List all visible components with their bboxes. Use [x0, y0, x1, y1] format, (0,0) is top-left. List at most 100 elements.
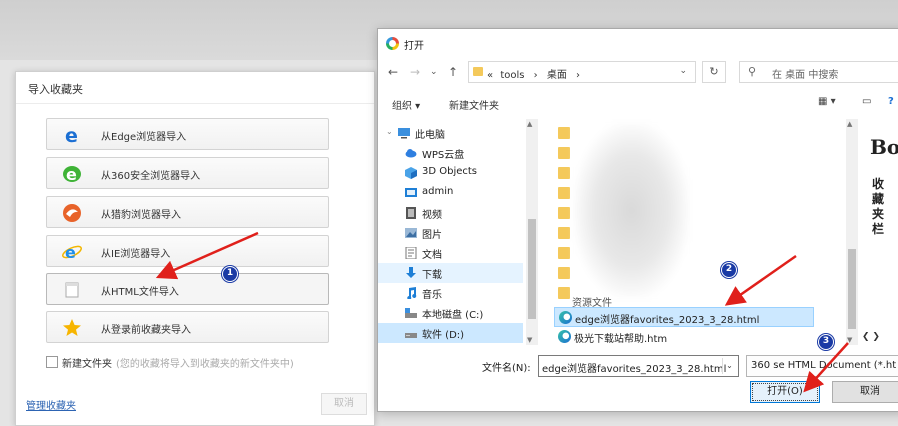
cancel-button[interactable]: 取消 — [321, 393, 367, 415]
import-option-label: 从HTML文件导入 — [101, 287, 179, 298]
folder-icon[interactable] — [558, 267, 570, 279]
preview-horizontal-scroll[interactable]: ❮ ❯ — [862, 332, 898, 344]
view-options-icon[interactable]: ▦ ▾ — [818, 96, 836, 107]
breadcrumb-desktop[interactable]: 桌面 — [547, 70, 567, 81]
tree-item-this-pc[interactable]: ⌄ 此电脑 — [378, 123, 523, 143]
file-list-scrollbar[interactable]: ▲ ▼ — [846, 119, 858, 345]
disk-icon — [405, 308, 417, 318]
search-input[interactable]: ⚲ 在 桌面 中搜索 — [739, 61, 898, 83]
video-icon — [406, 207, 416, 219]
tree-item-label: 音乐 — [422, 290, 442, 301]
file-item-help[interactable]: 极光下载站帮助.htm — [554, 327, 814, 347]
open-file-dialog: 打开 ← → ⌄ ↑ « tools › 桌面 › ⌄ ↻ ⚲ 在 桌面 中搜索… — [377, 28, 898, 412]
cancel-button[interactable]: 取消 — [832, 381, 898, 403]
dialog-title: 打开 — [404, 41, 424, 52]
address-bar[interactable]: « tools › 桌面 › ⌄ — [468, 61, 696, 83]
filetype-value: 360 se HTML Document (*.ht — [751, 360, 897, 371]
file-list: 资源文件 edge浏览器favorites_2023_3_28.html 极光下… — [554, 123, 854, 345]
back-arrow-icon[interactable]: ← — [388, 65, 398, 79]
import-from-edge-button[interactable]: e 从Edge浏览器导入 — [46, 118, 329, 150]
organize-menu[interactable]: 组织 ▾ — [392, 97, 420, 112]
import-from-360-button[interactable]: e 从360安全浏览器导入 — [46, 157, 329, 189]
svg-text:e: e — [66, 165, 77, 184]
folder-icon[interactable] — [558, 207, 570, 219]
scroll-down-icon[interactable]: ▼ — [527, 336, 532, 344]
filetype-select[interactable]: 360 se HTML Document (*.ht — [746, 355, 898, 377]
computer-icon — [398, 128, 410, 139]
filename-input[interactable]: edge浏览器favorites_2023_3_28.html ⌄ — [538, 355, 739, 377]
open-button[interactable]: 打开(O) — [750, 381, 820, 403]
scroll-up-icon[interactable]: ▲ — [847, 120, 852, 128]
cube-icon — [405, 167, 417, 179]
address-dropdown-icon[interactable]: ⌄ — [679, 66, 687, 76]
svg-text:e: e — [65, 125, 78, 145]
tree-item-label: 文档 — [422, 250, 442, 261]
tree-item-admin[interactable]: admin — [378, 183, 523, 203]
dialog-toolbar: 组织 ▾ 新建文件夹 ▦ ▾ ▭ ? — [378, 91, 898, 115]
document-icon — [405, 247, 417, 259]
download-icon — [406, 267, 416, 278]
chevron-down-icon[interactable]: ⌄ — [722, 358, 736, 374]
manage-favorites-link[interactable]: 管理收藏夹 — [26, 397, 76, 412]
scroll-down-icon[interactable]: ▼ — [847, 336, 852, 344]
import-option-label: 从360安全浏览器导入 — [101, 171, 201, 182]
360-browser-logo-icon — [386, 37, 399, 50]
recent-locations-chevron-icon[interactable]: ⌄ — [430, 67, 438, 77]
preview-pane-icon[interactable]: ▭ — [862, 96, 871, 107]
folder-icon[interactable] — [558, 127, 570, 139]
new-folder-button[interactable]: 新建文件夹 — [449, 97, 499, 112]
import-option-label: 从IE浏览器导入 — [101, 249, 171, 260]
collapse-chevron-icon[interactable]: ⌄ — [386, 127, 393, 136]
help-icon[interactable]: ? — [888, 96, 894, 107]
scroll-left-icon[interactable]: ❮ — [862, 332, 870, 342]
tree-item-pictures[interactable]: 图片 — [378, 223, 523, 243]
edge-file-icon — [558, 330, 571, 343]
divider — [16, 103, 374, 104]
tree-item-downloads[interactable]: 下载 — [378, 263, 523, 283]
folder-icon[interactable] — [558, 187, 570, 199]
folder-icon[interactable] — [558, 167, 570, 179]
filename-label: 文件名(N): — [482, 363, 531, 374]
refresh-button[interactable]: ↻ — [702, 61, 726, 83]
scrollbar-thumb[interactable] — [848, 249, 856, 329]
import-favorites-dialog: 导入收藏夹 e 从Edge浏览器导入 e 从360安全浏览器导入 从猎豹浏览器导… — [15, 71, 375, 426]
tree-item-3d-objects[interactable]: 3D Objects — [378, 163, 523, 183]
scrollbar-thumb[interactable] — [528, 219, 536, 319]
scroll-up-icon[interactable]: ▲ — [527, 120, 532, 128]
tree-item-label: admin — [422, 186, 454, 197]
up-arrow-icon[interactable]: ↑ — [448, 65, 458, 79]
360-browser-icon: e — [63, 165, 81, 184]
breadcrumb-tools[interactable]: tools — [500, 70, 524, 81]
forward-arrow-icon[interactable]: → — [410, 65, 420, 79]
file-name: edge浏览器favorites_2023_3_28.html — [575, 315, 760, 326]
tree-item-videos[interactable]: 视频 — [378, 203, 523, 223]
import-from-html-button[interactable]: 从HTML文件导入 — [46, 273, 329, 305]
step-badge-1: 1 — [222, 266, 238, 282]
tree-item-documents[interactable]: 文档 — [378, 243, 523, 263]
folder-icon[interactable] — [558, 247, 570, 259]
import-from-previous-favorites-button[interactable]: 从登录前收藏夹导入 — [46, 311, 329, 343]
import-option-label: 从Edge浏览器导入 — [101, 132, 187, 143]
star-icon — [63, 319, 81, 336]
tree-item-software-d[interactable]: 软件 (D:) — [378, 323, 523, 343]
ie-icon: e — [62, 243, 82, 262]
folder-icon[interactable] — [558, 227, 570, 239]
cloud-icon — [405, 149, 417, 158]
breadcrumb: « tools › 桌面 › — [487, 66, 580, 81]
navigation-scrollbar[interactable]: ▲ ▼ — [526, 119, 538, 345]
folder-icon[interactable] — [558, 147, 570, 159]
breadcrumb-overflow[interactable]: « — [487, 70, 493, 81]
import-from-ie-button[interactable]: e 从IE浏览器导入 — [46, 235, 329, 267]
tree-item-music[interactable]: 音乐 — [378, 283, 523, 303]
cheetah-browser-icon — [63, 204, 81, 222]
tree-item-local-disk-c[interactable]: 本地磁盘 (C:) — [378, 303, 523, 323]
tree-item-wps-cloud[interactable]: WPS云盘 — [378, 143, 523, 163]
tree-item-label: 图片 — [422, 230, 442, 241]
file-item-edge-favorites[interactable]: edge浏览器favorites_2023_3_28.html — [554, 307, 814, 327]
new-folder-checkbox[interactable] — [46, 356, 58, 368]
import-option-label: 从猎豹浏览器导入 — [101, 210, 181, 221]
step-badge-3: 3 — [818, 334, 834, 350]
folder-icon[interactable] — [558, 287, 570, 299]
scroll-right-icon[interactable]: ❯ — [872, 332, 880, 342]
import-from-cheetah-button[interactable]: 从猎豹浏览器导入 — [46, 196, 329, 228]
